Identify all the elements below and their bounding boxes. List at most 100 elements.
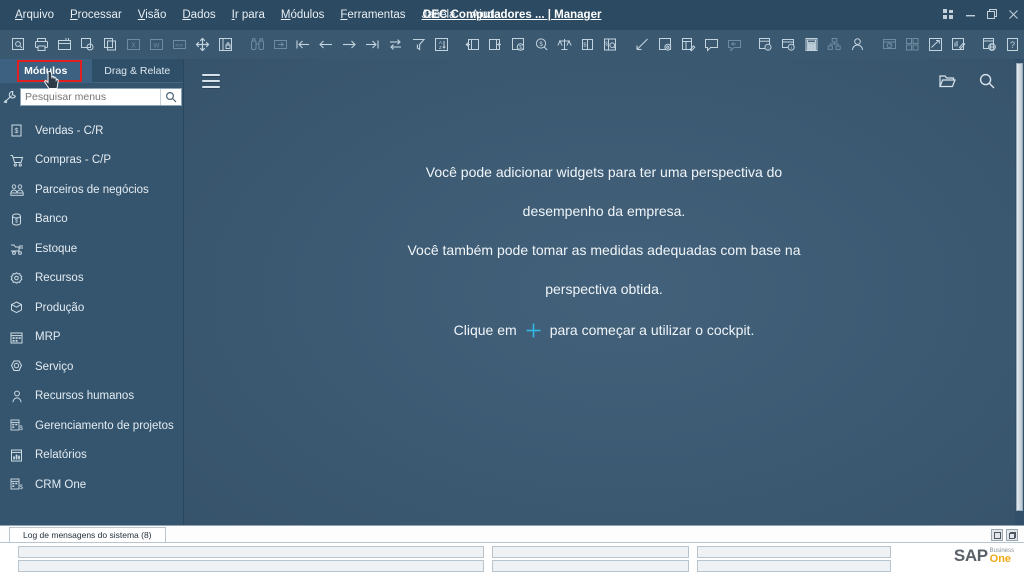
- toolbar-group-forms: $ $ $ $: [461, 34, 622, 55]
- sidebar-item-parceiros[interactable]: Parceiros de negócios: [0, 175, 183, 205]
- search-icon[interactable]: [160, 89, 181, 105]
- menu-ir-para[interactable]: Ir para: [225, 6, 272, 24]
- last-record-icon[interactable]: [362, 34, 383, 55]
- sidebar-item-crm-one[interactable]: $ CRM One: [0, 470, 183, 500]
- restore-icon[interactable]: [987, 8, 998, 22]
- print-icon[interactable]: [31, 34, 52, 55]
- cockpit-message-line-3: Você também pode tomar as medidas adequa…: [407, 242, 801, 258]
- performance-icon[interactable]: [925, 34, 946, 55]
- search-input[interactable]: [21, 89, 160, 105]
- help-icon[interactable]: ?: [1002, 34, 1023, 55]
- folder-icon[interactable]: [934, 68, 960, 94]
- menu-ferramentas[interactable]: Ferramentas: [333, 6, 412, 24]
- layout-designer-icon[interactable]: [678, 34, 699, 55]
- signature-icon[interactable]: [948, 34, 969, 55]
- menu-dados[interactable]: Dados: [175, 6, 222, 24]
- sidebar-item-recursos[interactable]: Recursos: [0, 264, 183, 294]
- form-gear-icon[interactable]: [655, 34, 676, 55]
- message-log-tab[interactable]: Log de mensagens do sistema (8): [9, 527, 166, 542]
- module-search-box[interactable]: [20, 88, 182, 106]
- menu-modulos[interactable]: Módulos: [274, 6, 331, 24]
- export-excel-icon[interactable]: X: [123, 34, 144, 55]
- sidebar-item-estoque-label: Estoque: [35, 242, 78, 255]
- maximize-log-icon[interactable]: [1006, 529, 1018, 541]
- sidebar-item-banco[interactable]: $ Banco: [0, 205, 183, 235]
- balance-icon[interactable]: [554, 34, 575, 55]
- service-icon: [9, 359, 24, 374]
- info-report-icon[interactable]: i: [755, 34, 776, 55]
- swap-icon[interactable]: [385, 34, 406, 55]
- sidebar-item-producao[interactable]: Produção: [0, 293, 183, 323]
- settings-wrench-icon[interactable]: [3, 89, 17, 106]
- sidebar-item-relatorios[interactable]: Relatórios: [0, 441, 183, 471]
- split-icon[interactable]: $: [577, 34, 598, 55]
- restore-log-icon[interactable]: [991, 529, 1003, 541]
- cockpit-content-area: Você pode adicionar widgets para ter uma…: [184, 59, 1024, 525]
- hamburger-menu-icon[interactable]: [202, 70, 220, 92]
- calculator-icon[interactable]: [801, 34, 822, 55]
- find-icon[interactable]: [8, 34, 29, 55]
- user-icon[interactable]: [847, 34, 868, 55]
- edit-arrow-icon[interactable]: [632, 34, 653, 55]
- binoculars-icon[interactable]: [247, 34, 268, 55]
- menu-arquivo[interactable]: Arquivo: [8, 6, 61, 24]
- add-row-icon[interactable]: [485, 34, 506, 55]
- print-preview-icon[interactable]: [54, 34, 75, 55]
- sap-business-one-window: Arquivo Processar Visão Dados Ir para Mó…: [0, 0, 1024, 576]
- content-vertical-scrollbar[interactable]: [1015, 59, 1024, 525]
- sidebar-item-vendas-label: Vendas - C/R: [35, 124, 104, 137]
- previous-record-icon[interactable]: [316, 34, 337, 55]
- add-widget-plus-icon[interactable]: [525, 322, 542, 339]
- status-field-right-2: [697, 560, 891, 572]
- sort-az-icon[interactable]: AZ: [431, 34, 452, 55]
- mrp-planning-icon: [9, 330, 24, 345]
- apps-grid-icon[interactable]: [943, 8, 954, 22]
- message-log-tab-row: Log de mensagens do sistema (8): [0, 526, 1024, 543]
- preview-comment-icon[interactable]: [77, 34, 98, 55]
- search-icon[interactable]: [974, 68, 1000, 94]
- currency-icon[interactable]: $: [531, 34, 552, 55]
- lock-layout-icon[interactable]: [215, 34, 236, 55]
- info-window-icon[interactable]: i: [778, 34, 799, 55]
- sidebar-item-vendas[interactable]: $ Vendas - C/R: [0, 116, 183, 146]
- next-arrow-icon[interactable]: [339, 34, 360, 55]
- menu-bar: Arquivo Processar Visão Dados Ir para Mó…: [0, 6, 508, 24]
- menu-janela[interactable]: Janela: [415, 6, 463, 24]
- sidebar-item-compras[interactable]: Compras - C/P: [0, 146, 183, 176]
- gross-profit-icon[interactable]: $: [508, 34, 529, 55]
- svg-text:Z: Z: [439, 45, 442, 50]
- copy-icon[interactable]: [100, 34, 121, 55]
- form-settings-icon[interactable]: [462, 34, 483, 55]
- messages-icon[interactable]: [701, 34, 722, 55]
- reply-icon[interactable]: [724, 34, 745, 55]
- sidebar-item-gerenciamento-projetos[interactable]: $ Gerenciamento de projetos: [0, 411, 183, 441]
- org-chart-icon[interactable]: [824, 34, 845, 55]
- tab-drag-and-relate[interactable]: Drag & Relate: [91, 59, 183, 83]
- export-word-icon[interactable]: W: [146, 34, 167, 55]
- sidebar-item-recursos-humanos[interactable]: Recursos humanos: [0, 382, 183, 412]
- first-record-icon[interactable]: [293, 34, 314, 55]
- web-browser-icon[interactable]: [979, 34, 1000, 55]
- sidebar-item-mrp[interactable]: MRP: [0, 323, 183, 353]
- sidebar-item-estoque[interactable]: Estoque: [0, 234, 183, 264]
- sidebar-item-gerenciamento-projetos-label: Gerenciamento de projetos: [35, 419, 174, 432]
- dashboard-icon[interactable]: [879, 34, 900, 55]
- move-icon[interactable]: [192, 34, 213, 55]
- menu-ajuda[interactable]: Ajuda: [464, 6, 507, 24]
- next-record-icon[interactable]: [270, 34, 291, 55]
- widgets-icon[interactable]: [902, 34, 923, 55]
- sidebar-item-crm-one-label: CRM One: [35, 478, 87, 491]
- message-log-tab-label: Log de mensagens do sistema (8): [23, 530, 152, 540]
- query-icon[interactable]: $: [600, 34, 621, 55]
- menu-visao[interactable]: Visão: [131, 6, 174, 24]
- filter-icon[interactable]: [408, 34, 429, 55]
- scrollbar-thumb[interactable]: [1016, 63, 1023, 511]
- export-pdf-icon[interactable]: PDF: [169, 34, 190, 55]
- module-search-row: [0, 85, 183, 109]
- tab-modulos[interactable]: Módulos: [0, 59, 92, 83]
- menu-processar[interactable]: Processar: [63, 6, 129, 24]
- minimize-icon[interactable]: [965, 9, 976, 22]
- sidebar-item-servico[interactable]: Serviço: [0, 352, 183, 382]
- cockpit-message-line-1: Você pode adicionar widgets para ter uma…: [425, 164, 783, 180]
- close-icon[interactable]: [1009, 9, 1018, 21]
